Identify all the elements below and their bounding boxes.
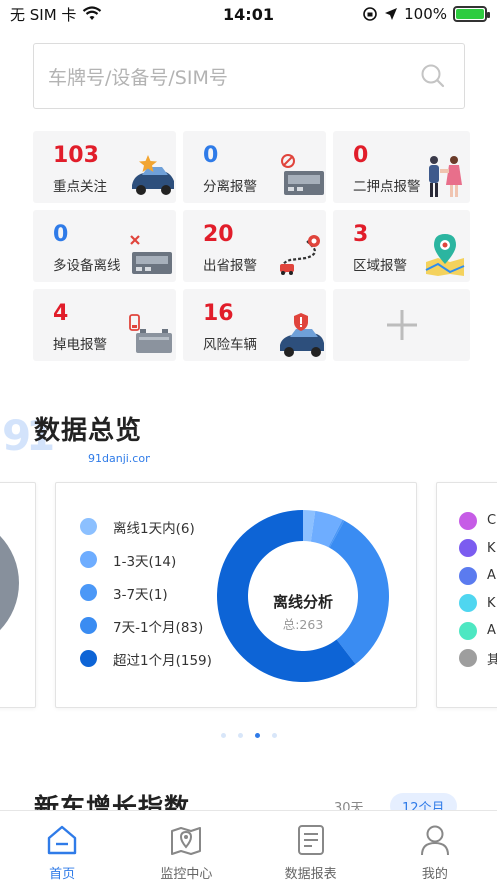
carousel-pager[interactable] [0,733,497,738]
legend-label: C [487,513,497,529]
legend-item: 3-7天(1) [80,576,212,609]
device-offline-icon [130,235,172,274]
legend-item: 7天-1个月(83) [80,609,212,642]
map-icon [171,827,202,855]
alarm-card-risk-vehicle[interactable]: 16 风险车辆 [183,289,326,361]
nav-label: 数据报表 [284,867,337,882]
alarm-grid: 103 重点关注 0 分离报警 0 二押点报警 0 多设备离线 20 出省报警 … [33,131,470,361]
report-icon [297,825,324,855]
nav-profile[interactable]: 我的 [373,811,497,883]
legend-label: 离线1天内(6) [113,520,195,537]
offline-analysis-panel[interactable]: 离线1天内(6) 1-3天(14) 3-7天(1) 7天-1个月(83) 超过1… [55,482,417,708]
nav-label: 我的 [421,867,448,882]
wifi-icon [83,6,102,20]
nav-label: 监控中心 [160,867,213,882]
legend-label: 1-3天(14) [113,553,177,570]
legend-label: K [487,595,496,611]
pager-dot[interactable] [220,733,226,738]
watermark-text: 91danji.com [88,452,150,465]
legend-item: 1-3天(14) [80,543,212,576]
car-shield-icon [280,313,324,357]
legend-label: 7天-1个月(83) [113,619,204,636]
legend-dot [80,551,97,568]
legend-dot [459,566,477,585]
legend-item: K [459,590,497,618]
legend-label: 其 [487,649,497,668]
legend-item: 离线1天内(6) [80,510,212,543]
battery-percent: 100% [404,5,447,23]
search-icon[interactable] [420,63,446,89]
carrier-label: 无 SIM 卡 [10,5,77,24]
add-alarm-card[interactable] [333,289,470,361]
people-handshake-icon [429,156,462,197]
legend-item: 超过1个月(159) [80,642,212,675]
battery-icon [453,6,490,22]
legend-label: 3-7天(1) [113,586,168,603]
alarm-card-area[interactable]: 3 区域报警 [333,210,470,282]
home-icon [47,825,77,855]
legend-dot [80,518,97,535]
map-pin-icon [425,234,465,276]
donut-partial [0,535,19,631]
chart-panel-previous[interactable] [0,482,36,708]
orientation-lock-icon [363,7,377,21]
search-box[interactable]: 车牌号/设备号/SIM号 [33,43,465,109]
legend-dot [80,617,97,634]
chart-panel-next[interactable]: C K A K A 其 [436,482,497,708]
legend-item: A [459,562,497,590]
nav-reports[interactable]: 数据报表 [249,811,373,883]
pager-dot[interactable] [254,733,260,738]
offline-donut-chart[interactable]: 离线分析 总:263 [214,499,392,693]
alarm-card-multi-offline[interactable]: 0 多设备离线 [33,210,176,282]
legend-item: 其 [459,645,497,673]
route-pin-icon [280,235,320,275]
legend-label: K [487,540,496,556]
legend-dot [459,539,477,558]
alarm-card-pledge-point[interactable]: 0 二押点报警 [333,131,470,203]
donut-total: 总:263 [283,617,324,632]
status-bar: 无 SIM 卡 14:01 100% [0,0,497,28]
nav-label: 首页 [49,867,76,882]
car-star-icon [132,155,174,195]
alarm-card-power-off[interactable]: 4 掉电报警 [33,289,176,361]
alarm-card-out-of-province[interactable]: 20 出省报警 [183,210,326,282]
pager-dot[interactable] [237,733,243,738]
alarm-card-detach[interactable]: 0 分离报警 [183,131,326,203]
overview-title: 数据总览 [34,416,143,446]
nav-home[interactable]: 首页 [0,811,124,883]
plus-icon[interactable] [385,308,419,342]
location-icon [385,8,398,20]
pager-dot[interactable] [271,733,277,738]
legend-dot [459,511,477,530]
next-panel-legend: C K A K A 其 [459,507,497,672]
donut-title: 离线分析 [273,593,333,611]
search-input[interactable]: 车牌号/设备号/SIM号 [48,63,228,90]
legend-dot [459,649,477,668]
legend-item: C [459,507,497,535]
legend-item: A [459,617,497,645]
legend-label: A [487,623,496,639]
alarm-card-key-focus[interactable]: 103 重点关注 [33,131,176,203]
legend-label: A [487,568,496,584]
legend-label: 超过1个月(159) [113,652,212,669]
legend-dot [459,621,477,640]
legend-item: K [459,535,497,563]
device-detach-icon [281,154,324,195]
legend-dot [459,594,477,613]
user-icon [420,825,449,856]
nav-monitor[interactable]: 监控中心 [124,811,248,883]
battery-low-icon [129,314,172,353]
offline-legend: 离线1天内(6) 1-3天(14) 3-7天(1) 7天-1个月(83) 超过1… [80,510,212,675]
legend-dot [80,650,97,667]
bottom-nav: 首页 监控中心 数据报表 我的 [0,810,497,883]
legend-dot [80,584,97,601]
